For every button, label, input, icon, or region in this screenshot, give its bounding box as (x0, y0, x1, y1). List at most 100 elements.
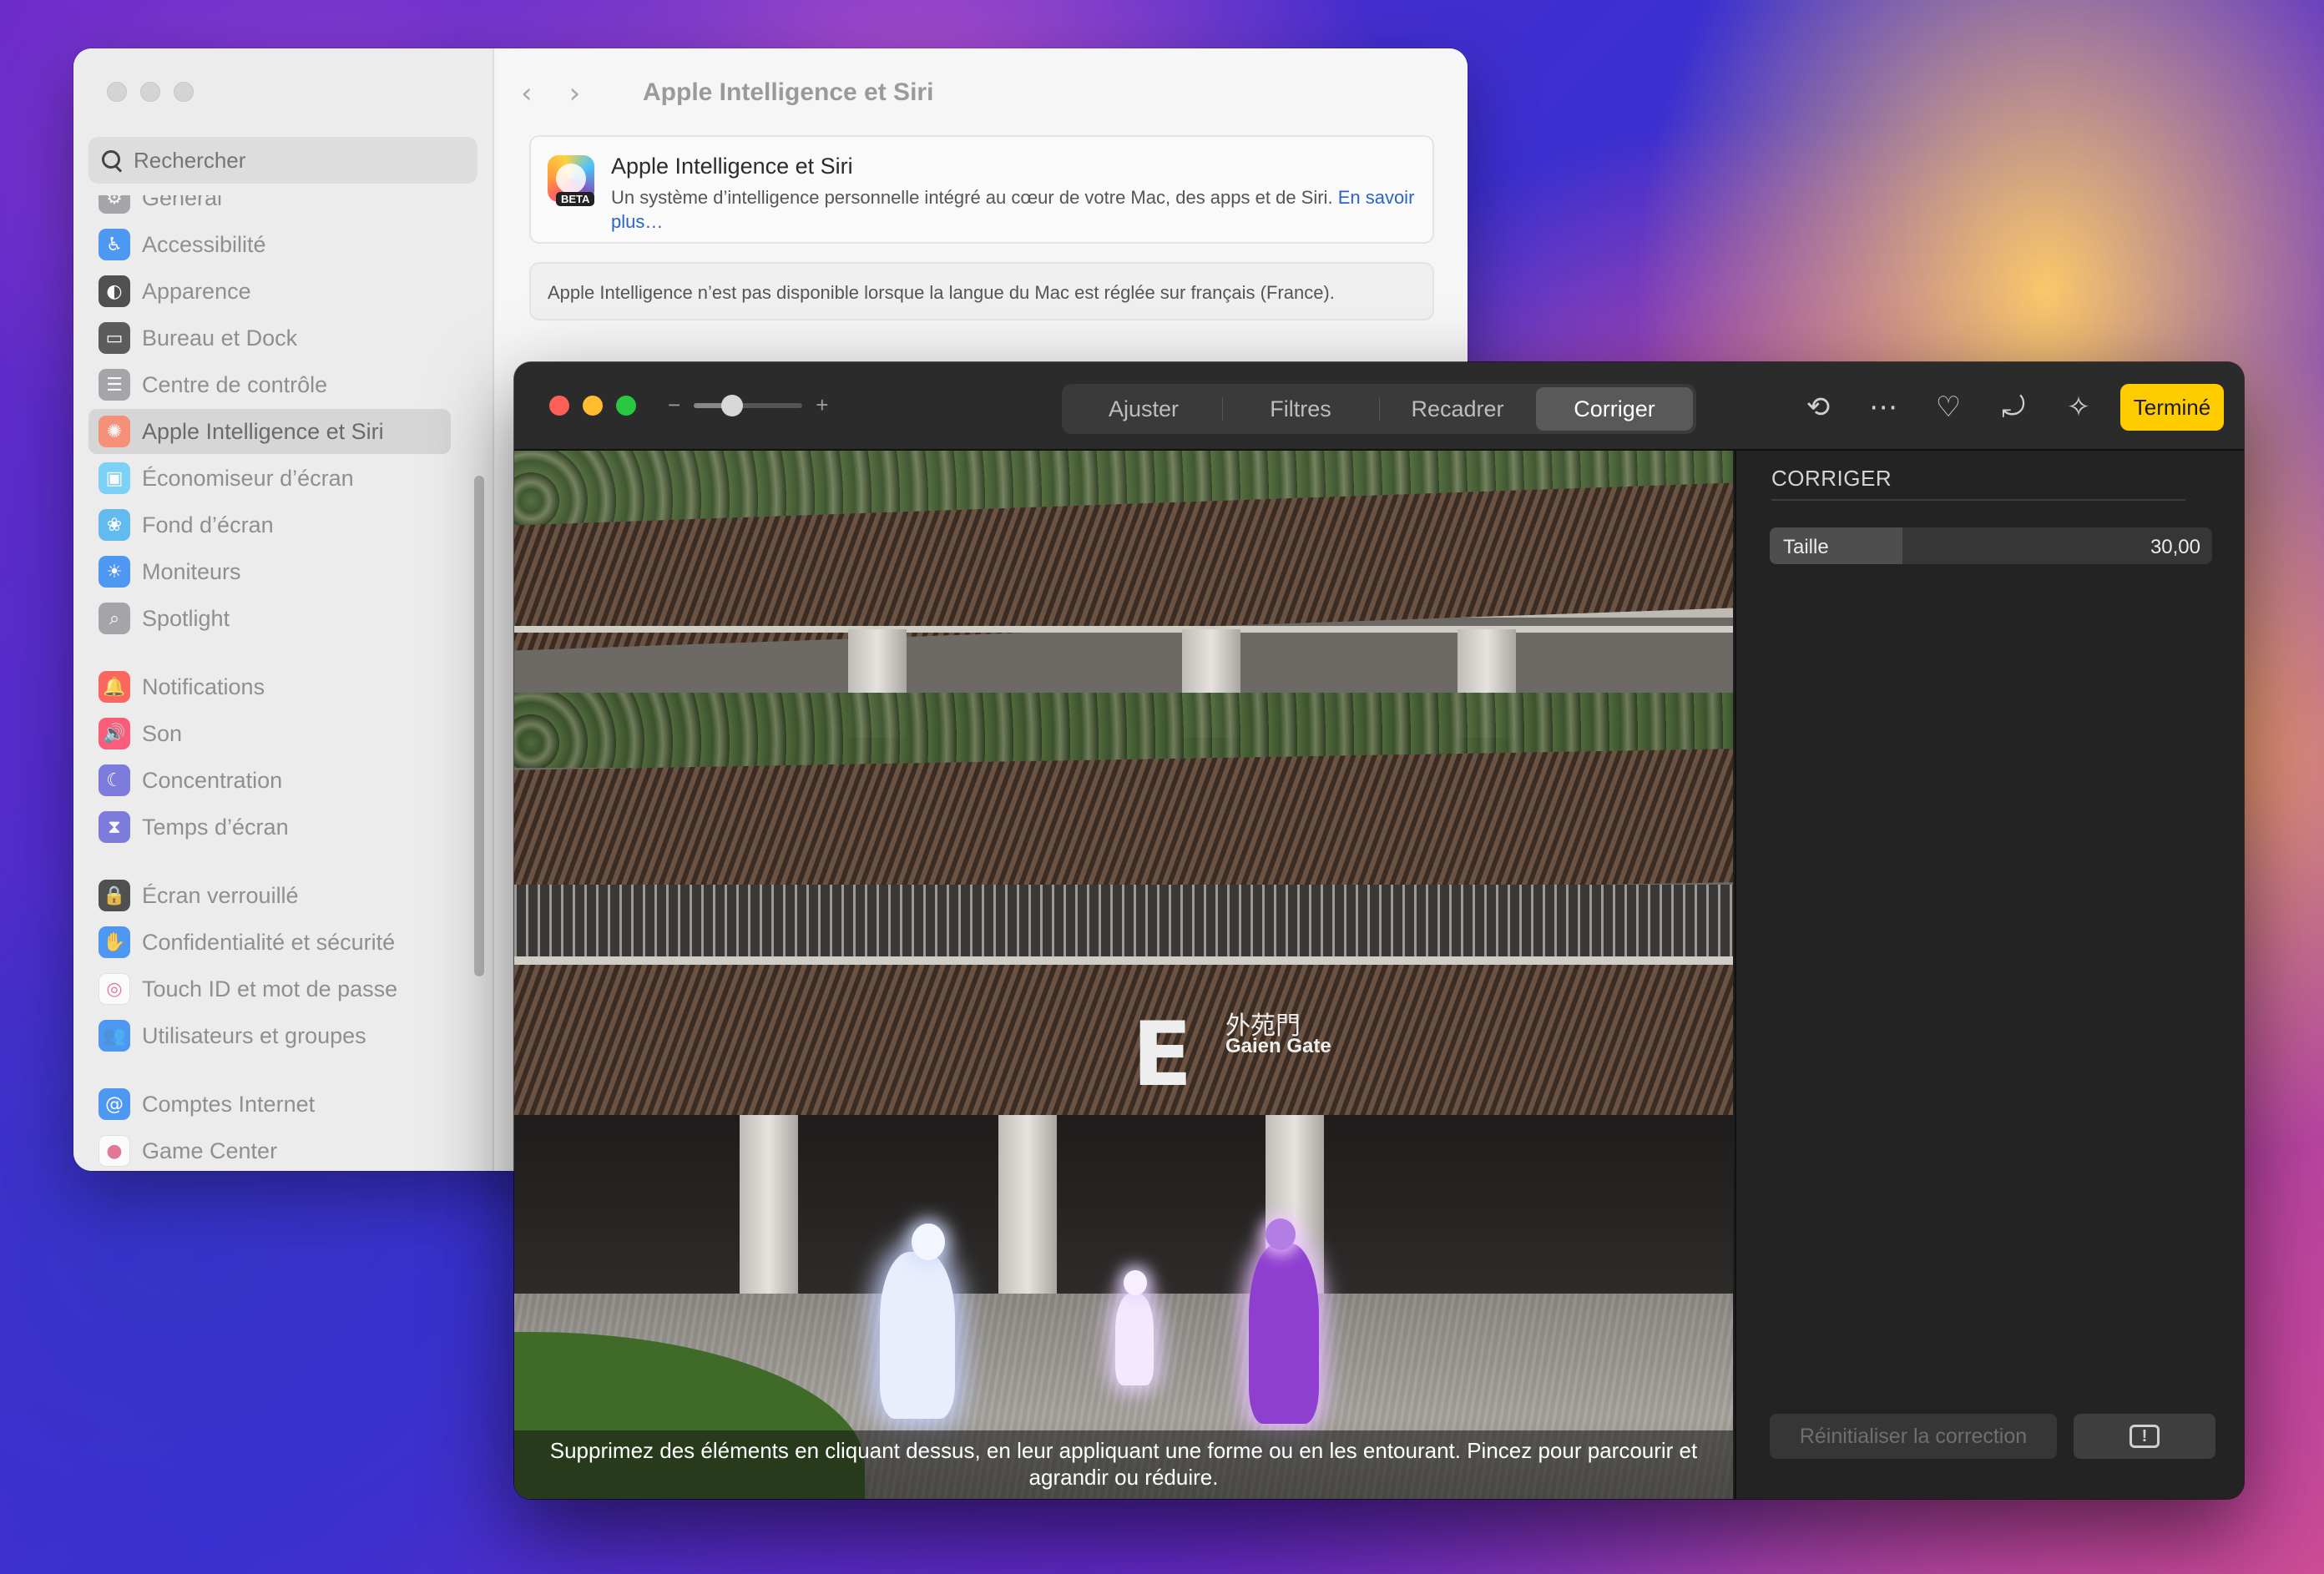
tab-recadrer[interactable]: Recadrer (1379, 387, 1536, 431)
sidebar-item-screen-time[interactable]: ⧗ Temps d’écran (88, 805, 451, 850)
control-center-icon: ☰ (99, 369, 130, 401)
close-button[interactable] (107, 82, 127, 102)
page-title: Apple Intelligence et Siri (643, 78, 934, 106)
screensaver-icon: ▣ (99, 462, 130, 494)
sidebar-item-label: Apparence (142, 278, 251, 304)
sidebar-item-label: Bureau et Dock (142, 325, 298, 351)
search-icon (100, 149, 124, 172)
auto-enhance-wand-icon[interactable]: ✧ (2060, 387, 2097, 427)
brush-size-label: Taille (1783, 536, 1829, 558)
gear-icon: ⚙ (99, 195, 130, 214)
search-input[interactable] (134, 147, 451, 174)
sidebar-item-label: Accessibilité (142, 231, 266, 257)
at-icon: @ (99, 1088, 130, 1120)
photo-canvas[interactable]: E 外苑門 Gaien Gate Supprimez des éléments … (514, 451, 1733, 1499)
screen-time-icon: ⧗ (99, 811, 130, 843)
sidebar-item-apple-intelligence[interactable]: ✺ Apple Intelligence et Siri (88, 409, 451, 454)
sidebar-item-label: Spotlight (142, 605, 230, 631)
sidebar-item-appearance[interactable]: ◐ Apparence (88, 269, 451, 314)
rotate-icon[interactable]: ⤾ (1995, 387, 2032, 427)
sidebar-item-users[interactable]: 👥 Utilisateurs et groupes (88, 1013, 451, 1058)
sidebar-item-accessibility[interactable]: ♿ Accessibilité (88, 222, 451, 267)
users-icon: 👥 (99, 1020, 130, 1052)
favorite-heart-icon[interactable]: ♡ (1930, 387, 1967, 427)
zoom-button[interactable] (174, 82, 194, 102)
minimize-button[interactable] (583, 396, 603, 416)
zoom-track[interactable] (694, 394, 803, 416)
sidebar-item-label: Temps d’écran (142, 814, 289, 840)
highlighted-person-1[interactable] (880, 1252, 955, 1419)
zoom-knob[interactable] (720, 394, 743, 416)
tab-ajuster[interactable]: Ajuster (1065, 387, 1222, 431)
photos-toolbar: − + Ajuster Filtres Recadrer Corriger ⟲ ⋯ ♡ ⤾ ✧… (514, 362, 2244, 451)
sidebar-item-fingerprint[interactable]: ◎ Touch ID et mot de passe (88, 966, 451, 1011)
apple-intelligence-icon: ✺ (99, 416, 130, 447)
clean-up-panel: CORRIGER Taille 30,00 Réinitialiser la c… (1735, 451, 2244, 1499)
sidebar-item-focus[interactable]: ☾ Concentration (88, 758, 451, 803)
sidebar-item-control-center[interactable]: ☰ Centre de contrôle (88, 362, 451, 407)
window-controls (549, 396, 636, 416)
sidebar-item-game-center[interactable]: ● Game Center (88, 1128, 451, 1171)
sidebar-item-screensaver[interactable]: ▣ Économiseur d’écran (88, 456, 451, 501)
sound-icon: 🔊 (99, 718, 130, 749)
done-button[interactable]: Terminé (2120, 384, 2224, 431)
zoom-slider[interactable]: − + (668, 392, 828, 418)
sidebar-item-at[interactable]: @ Comptes Internet (88, 1082, 451, 1127)
sidebar-item-wallpaper[interactable]: ❀ Fond d’écran (88, 502, 451, 547)
sidebar-item-label: Centre de contrôle (142, 371, 328, 397)
sidebar-item-dock[interactable]: ▭ Bureau et Dock (88, 315, 451, 361)
sidebar-item-label: Général (142, 195, 223, 210)
sidebar-item-notifications[interactable]: 🔔 Notifications (88, 664, 451, 709)
sidebar-list: ⚙ Général ♿ Accessibilité ◐ Apparence ▭ Bureau … (88, 195, 482, 1171)
zoom-out-icon[interactable]: − (668, 392, 680, 418)
photo-louver-band-2 (514, 749, 1733, 904)
minimize-button[interactable] (140, 82, 160, 102)
dock-icon: ▭ (99, 322, 130, 354)
wallpaper-icon: ❀ (99, 509, 130, 541)
sidebar-item-sound[interactable]: 🔊 Son (88, 711, 451, 756)
sidebar-item-spotlight[interactable]: ⌕ Spotlight (88, 596, 451, 641)
highlighted-person-3[interactable] (1249, 1244, 1319, 1424)
highlighted-person-3-head (1266, 1218, 1296, 1250)
back-chevron-icon[interactable]: ‹ (521, 77, 533, 110)
panel-title: CORRIGER (1771, 466, 1892, 491)
card-heading: Apple Intelligence et Siri (611, 154, 853, 179)
brush-size-slider[interactable]: Taille 30,00 (1770, 527, 2212, 564)
tab-filtres[interactable]: Filtres (1222, 387, 1379, 431)
sidebar-item-label: Fond d’écran (142, 512, 274, 537)
sidebar-item-lock-screen[interactable]: 🔒 Écran verrouillé (88, 873, 451, 918)
card-description-text: Un système d’intelligence personnelle in… (611, 187, 1333, 208)
card-description: Un système d’intelligence personnelle in… (611, 185, 1429, 234)
forward-chevron-icon[interactable]: › (569, 77, 581, 110)
sidebar-item-label: Concentration (142, 767, 283, 793)
reset-correction-button[interactable]: Réinitialiser la correction (1770, 1414, 2057, 1459)
zoom-button[interactable] (616, 396, 636, 416)
sidebar-scrollbar[interactable] (474, 476, 484, 976)
zoom-in-icon[interactable]: + (816, 392, 828, 418)
sidebar-item-gear[interactable]: ⚙ Général (88, 195, 451, 220)
navigation-arrows: ‹ › (521, 77, 580, 110)
fingerprint-icon: ◎ (99, 973, 130, 1005)
close-button[interactable] (549, 396, 569, 416)
more-options-icon[interactable]: ⋯ (1865, 387, 1902, 427)
sidebar-item-displays[interactable]: ☀ Moniteurs (88, 549, 451, 594)
availability-notice: Apple Intelligence n’est pas disponible … (529, 262, 1434, 320)
window-controls (107, 82, 194, 102)
tab-corriger[interactable]: Corriger (1536, 387, 1693, 431)
clean-up-history-icon[interactable]: ⟲ (1800, 387, 1836, 427)
photo-pillar (740, 1115, 798, 1315)
sidebar-item-label: Confidentialité et sécurité (142, 929, 396, 955)
notifications-icon: 🔔 (99, 671, 130, 703)
feedback-button[interactable]: ! (2074, 1414, 2215, 1459)
privacy-hand-icon: ✋ (99, 926, 130, 958)
photo-louver-band-3 (514, 965, 1733, 1115)
sidebar-item-label: Son (142, 720, 183, 746)
edit-mode-tabs: Ajuster Filtres Recadrer Corriger (1062, 384, 1696, 434)
highlighted-person-2[interactable] (1115, 1294, 1154, 1385)
photo-beam (514, 956, 1733, 965)
sidebar-item-privacy-hand[interactable]: ✋ Confidentialité et sécurité (88, 920, 451, 965)
photo-pillar (998, 1115, 1057, 1315)
highlighted-person-1-head (912, 1223, 945, 1260)
search-field[interactable] (88, 137, 477, 184)
settings-sidebar: ⚙ Général ♿ Accessibilité ◐ Apparence ▭ Bureau … (73, 48, 494, 1171)
